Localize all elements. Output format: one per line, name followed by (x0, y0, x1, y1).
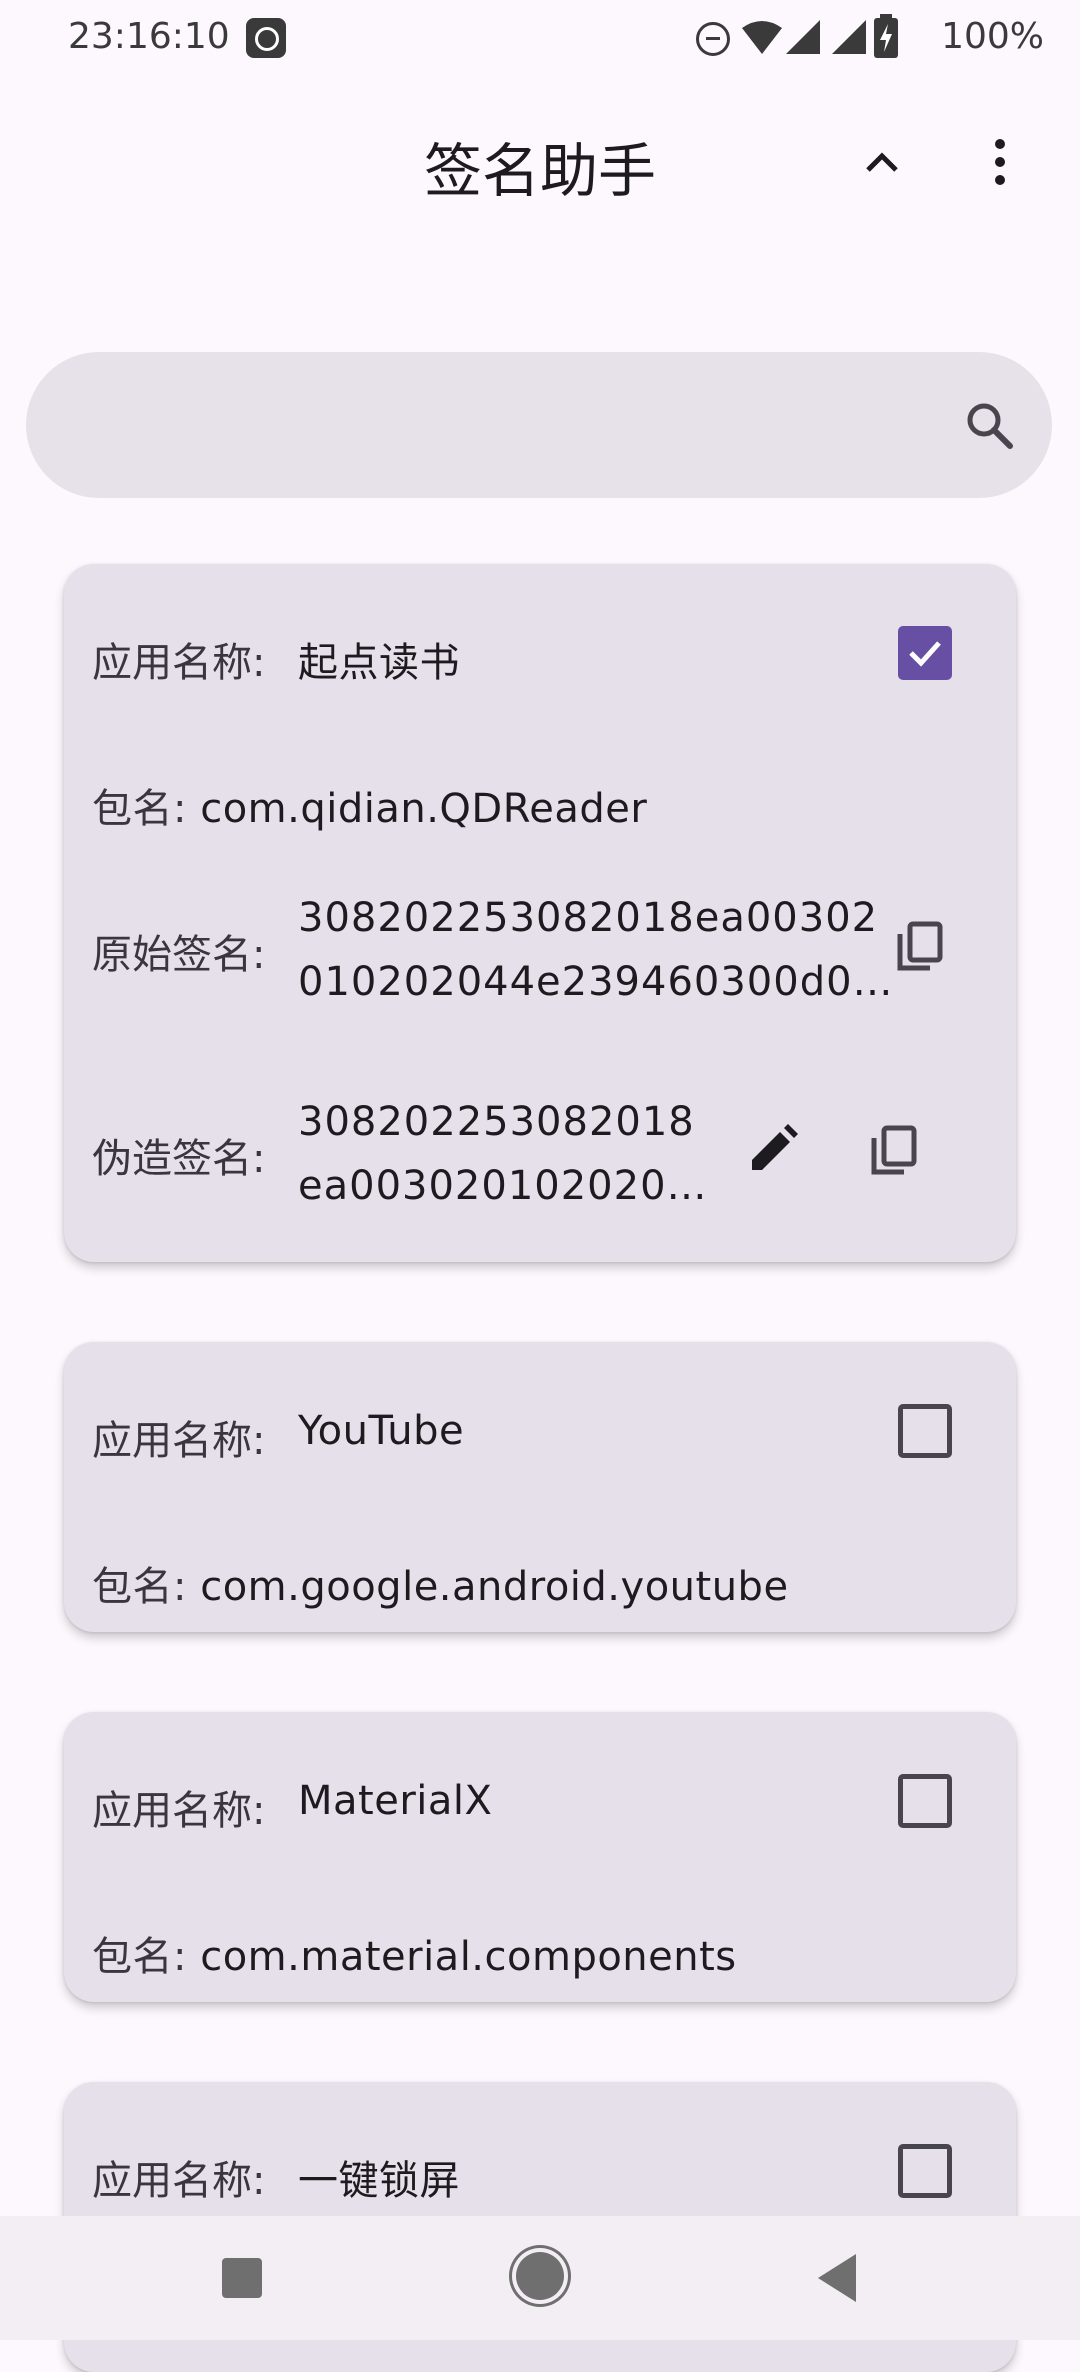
app-notification-icon (246, 18, 286, 58)
copy-icon[interactable] (890, 916, 950, 976)
wifi-icon (742, 21, 782, 54)
nav-home-icon[interactable] (516, 2252, 564, 2300)
package-value: com.material.components (200, 1934, 737, 1980)
dnd-icon (696, 22, 730, 56)
edit-icon[interactable] (742, 1120, 802, 1180)
fake-signature-label: 伪造签名: (92, 1136, 266, 1182)
original-signature-line: 010202044e239460300d0… (298, 959, 894, 1005)
check-icon (909, 641, 941, 667)
collapse-icon[interactable] (852, 132, 912, 192)
package-row: 包名: com.qidian.QDReader (92, 776, 647, 834)
nav-recent-icon[interactable] (222, 2258, 262, 2298)
nav-back-icon[interactable] (818, 2254, 856, 2302)
fake-signature-line: 308202253082018 (298, 1099, 695, 1145)
app-name-value: 一键锁屏 (298, 2158, 460, 2204)
original-signature-label: 原始签名: (92, 932, 266, 978)
status-time: 23:16:10 (68, 16, 230, 57)
status-bar: 23:16:10 100% (0, 0, 1080, 80)
package-row: 包名: com.google.android.youtube (92, 1554, 789, 1612)
app-name-label: 应用名称: (92, 1418, 266, 1464)
app-select-checkbox[interactable] (898, 1404, 952, 1458)
app-name-label: 应用名称: (92, 640, 266, 686)
page-title: 签名助手 (423, 137, 656, 205)
app-card: 应用名称: YouTube 包名: com.google.android.you… (64, 1342, 1016, 1632)
original-signature-line: 308202253082018ea00302 (298, 895, 879, 941)
fake-signature-line: ea003020102020… (298, 1163, 708, 1209)
app-name-value: 起点读书 (298, 640, 460, 686)
copy-icon[interactable] (864, 1120, 924, 1180)
app-select-checkbox[interactable] (898, 1774, 952, 1828)
search-icon[interactable] (962, 398, 1016, 452)
app-card: 应用名称: MaterialX 包名: com.material.compone… (64, 1712, 1016, 2002)
app-name-label: 应用名称: (92, 2158, 266, 2204)
app-select-checkbox[interactable] (898, 626, 952, 680)
app-name-value: MaterialX (298, 1778, 493, 1824)
package-value: com.qidian.QDReader (200, 786, 648, 832)
app-name-label: 应用名称: (92, 1788, 266, 1834)
search-bar[interactable] (26, 352, 1052, 500)
package-label: 包名: (92, 1934, 187, 1980)
more-vert-icon[interactable] (980, 132, 1020, 192)
fake-signature-value: 308202253082018 ea003020102020… (298, 1090, 708, 1218)
app-select-checkbox[interactable] (898, 2144, 952, 2198)
navigation-bar (0, 2216, 1080, 2340)
app-card: 应用名称: 起点读书 包名: com.qidian.QDReader 原始签名:… (64, 564, 1016, 1262)
original-signature-value: 308202253082018ea00302 010202044e2394603… (298, 886, 894, 1014)
app-name-value: YouTube (298, 1408, 465, 1454)
package-row: 包名: com.material.components (92, 1924, 737, 1982)
battery-icon (874, 14, 898, 58)
package-label: 包名: (92, 786, 187, 832)
search-input[interactable] (66, 352, 950, 500)
battery-percent: 100% (941, 16, 1044, 57)
signal-icon (786, 20, 866, 54)
package-label: 包名: (92, 1564, 187, 1610)
package-value: com.google.android.youtube (200, 1564, 789, 1610)
